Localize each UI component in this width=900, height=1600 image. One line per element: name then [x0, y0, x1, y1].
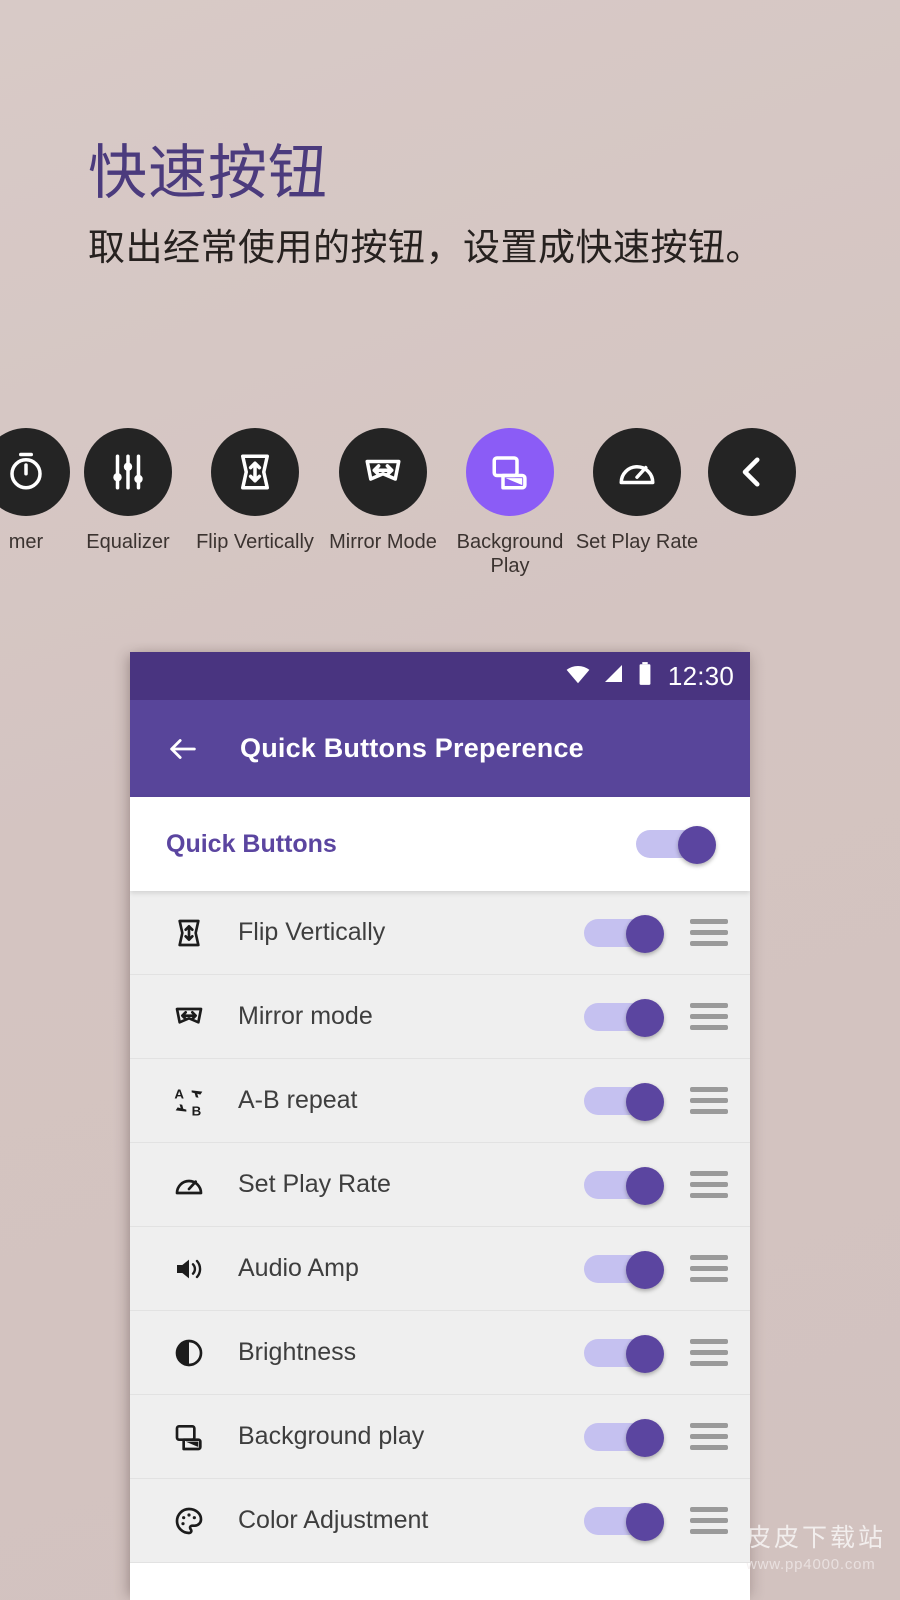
list-item-toggle[interactable]	[584, 1502, 664, 1541]
list-item-toggle[interactable]	[584, 914, 664, 953]
list-item-label: Brightness	[238, 1338, 357, 1366]
page-title: 快速按钮	[88, 140, 329, 206]
app-bar: Quick Buttons Preperence	[130, 700, 750, 797]
audio-amp-icon	[166, 1253, 212, 1285]
quick-button-label: Set Play Rate	[575, 531, 699, 553]
svg-text:B: B	[192, 1103, 202, 1116]
back-arrow-icon[interactable]	[166, 732, 200, 766]
toggle-thumb	[626, 1418, 664, 1457]
drag-handle-icon[interactable]	[690, 1171, 728, 1198]
color-adjustment-icon	[166, 1505, 212, 1537]
drag-handle-icon[interactable]	[690, 919, 728, 946]
app-bar-title: Quick Buttons Preperence	[240, 733, 584, 763]
status-bar: 12:30	[130, 652, 750, 700]
list-item-toggle[interactable]	[584, 998, 664, 1037]
quick-buttons-master-label: Quick Buttons	[166, 829, 337, 858]
signal-icon	[602, 662, 626, 691]
set-play-rate-icon[interactable]	[593, 428, 681, 516]
list-item-label: A-B repeat	[238, 1086, 358, 1114]
list-item[interactable]: Mirror mode	[130, 975, 750, 1059]
quick-buttons-list: Flip Vertically Mirror mode A B A-B repeat Se…	[130, 891, 750, 1563]
mirror-mode-icon[interactable]	[339, 428, 427, 516]
list-item-label: Background play	[238, 1422, 425, 1450]
quick-button-set-play-rate-icon[interactable]: Set Play Rate	[571, 428, 703, 554]
toggle-thumb	[626, 1334, 664, 1373]
toggle-thumb	[626, 1082, 664, 1121]
brightness-icon	[166, 1337, 212, 1369]
quick-button-flip-vertically-icon[interactable]: Flip Vertically	[189, 428, 321, 554]
list-item-label: Flip Vertically	[238, 918, 386, 946]
quick-button-equalizer-icon[interactable]: Equalizer	[62, 428, 194, 554]
quick-buttons-master-row[interactable]: Quick Buttons	[130, 797, 750, 891]
toggle-thumb	[626, 998, 664, 1037]
drag-handle-icon[interactable]	[690, 1255, 728, 1282]
list-item-label: Mirror mode	[238, 1002, 373, 1030]
toggle-thumb	[626, 914, 664, 953]
flip-vertically-icon	[166, 917, 212, 949]
quick-button-carousel[interactable]: mer Equalizer Flip Vertically Mirror Mode Ba…	[0, 428, 900, 608]
list-item[interactable]: Background play	[130, 1395, 750, 1479]
list-item-label: Color Adjustment	[238, 1506, 429, 1534]
mirror-mode-icon	[166, 1001, 212, 1033]
list-item[interactable]: Brightness	[130, 1311, 750, 1395]
chevron-left-icon[interactable]	[708, 428, 796, 516]
battery-icon	[637, 661, 653, 692]
drag-handle-icon[interactable]	[690, 1507, 728, 1534]
quick-button-mirror-mode-icon[interactable]: Mirror Mode	[317, 428, 449, 554]
list-item-toggle[interactable]	[584, 1166, 664, 1205]
drag-handle-icon[interactable]	[690, 1087, 728, 1114]
list-item[interactable]: Audio Amp	[130, 1227, 750, 1311]
timer-icon[interactable]	[0, 428, 70, 516]
flip-vertically-icon[interactable]	[211, 428, 299, 516]
quick-buttons-master-toggle[interactable]	[636, 826, 716, 864]
list-item[interactable]: Flip Vertically	[130, 891, 750, 975]
equalizer-icon[interactable]	[84, 428, 172, 516]
toggle-thumb	[626, 1250, 664, 1289]
promo-text-block: 快速按钮 取出经常使用的按钮，设置成快速按钮。	[88, 140, 848, 272]
toggle-thumb	[626, 1166, 664, 1205]
toggle-thumb	[626, 1502, 664, 1541]
list-item-label: Audio Amp	[238, 1254, 359, 1282]
list-item-toggle[interactable]	[584, 1418, 664, 1457]
phone-screenshot: 12:30 Quick Buttons Preperence Quick But…	[130, 652, 750, 1600]
list-item-toggle[interactable]	[584, 1250, 664, 1289]
list-item[interactable]: Set Play Rate	[130, 1143, 750, 1227]
drag-handle-icon[interactable]	[690, 1423, 728, 1450]
toggle-thumb	[678, 826, 716, 864]
quick-button-background-play-icon[interactable]: Background Play	[444, 428, 576, 579]
background-play-icon[interactable]	[466, 428, 554, 516]
status-bar-time: 12:30	[667, 660, 734, 691]
svg-text:A: A	[174, 1086, 184, 1101]
list-item-label: Set Play Rate	[238, 1170, 391, 1198]
ab-repeat-icon: AB	[166, 1085, 212, 1117]
wifi-icon	[565, 661, 591, 692]
list-item[interactable]: Color Adjustment	[130, 1479, 750, 1563]
set-play-rate-icon	[166, 1169, 212, 1201]
drag-handle-icon[interactable]	[690, 1339, 728, 1366]
page-subtitle: 取出经常使用的按钮，设置成快速按钮。	[88, 226, 763, 268]
list-item-toggle[interactable]	[584, 1082, 664, 1121]
list-item[interactable]: A B A-B repeat	[130, 1059, 750, 1143]
quick-button-chevron-left-icon[interactable]	[686, 428, 818, 530]
drag-handle-icon[interactable]	[690, 1003, 728, 1030]
background-play-icon	[166, 1421, 212, 1453]
list-item-toggle[interactable]	[584, 1334, 664, 1373]
